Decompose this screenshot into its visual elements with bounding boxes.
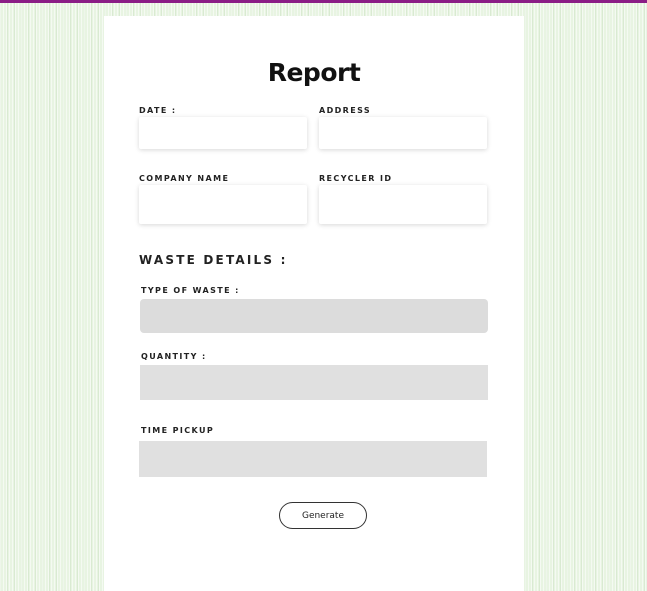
company-name-field[interactable] (139, 185, 307, 224)
address-label: ADDRESS (319, 106, 372, 115)
quantity-field[interactable] (140, 365, 488, 400)
date-field[interactable] (139, 117, 307, 149)
page-title: Report (267, 58, 361, 87)
type-of-waste-label: TYPE OF WASTE : (141, 286, 240, 295)
waste-details-heading: WASTE DETAILS : (139, 253, 288, 267)
recycler-id-label: RECYCLER ID (319, 174, 393, 183)
recycler-id-field[interactable] (319, 185, 487, 224)
company-name-label: COMPANY NAME (139, 174, 230, 183)
type-of-waste-field[interactable] (140, 299, 488, 333)
time-pickup-field[interactable] (139, 441, 487, 477)
quantity-label: QUANTITY : (141, 352, 207, 361)
time-pickup-label: TIME PICKUP (141, 426, 215, 435)
address-field[interactable] (319, 117, 487, 149)
generate-button[interactable]: Generate (279, 502, 367, 529)
report-form-card: Report DATE : ADDRESS COMPANY NAME RECYC… (104, 16, 524, 591)
top-accent-border (0, 0, 647, 3)
date-label: DATE : (139, 106, 177, 115)
